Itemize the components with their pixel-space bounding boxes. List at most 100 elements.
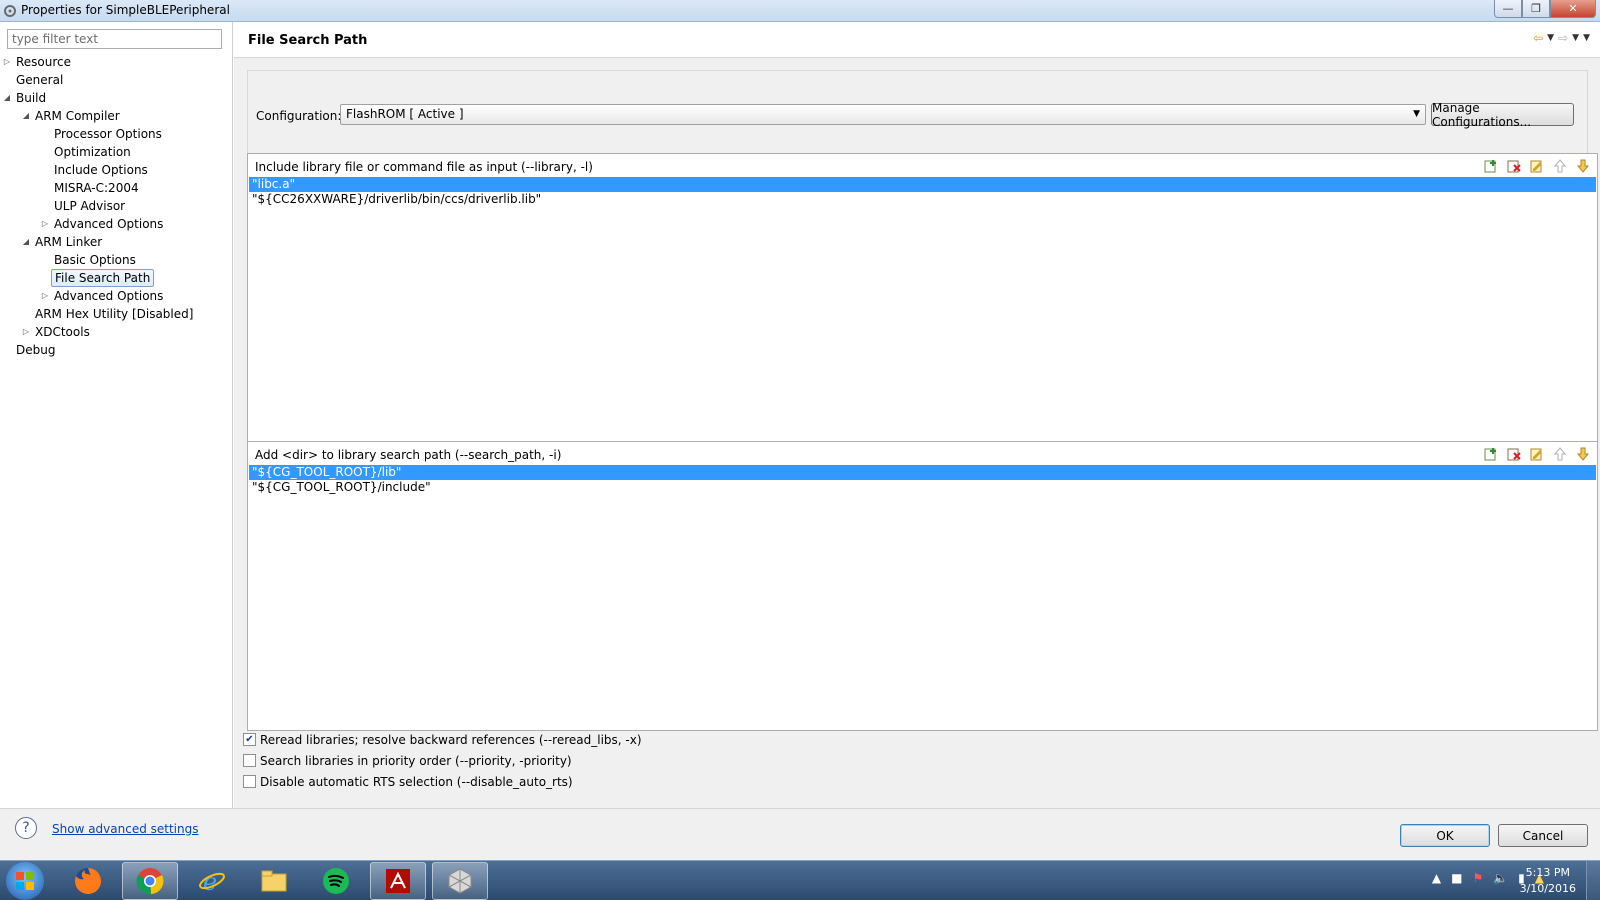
filter-input[interactable] xyxy=(7,29,222,49)
minimize-icon: — xyxy=(1502,2,1514,15)
library-panel-header: Include library file or command file as … xyxy=(255,160,593,174)
search-path-toolbar xyxy=(1483,446,1591,462)
search-path-list-panel: Add <dir> to library search path (--sear… xyxy=(247,441,1598,731)
chrome-icon xyxy=(136,868,164,895)
firefox-taskbar-button[interactable] xyxy=(60,862,116,900)
forward-dropdown-icon[interactable]: ▼ xyxy=(1572,33,1579,43)
list-item[interactable]: "libc.a" xyxy=(249,177,1596,192)
move-up-icon[interactable] xyxy=(1552,446,1568,462)
expanded-triangle-icon[interactable]: ◢ xyxy=(21,233,31,251)
collapsed-triangle-icon[interactable]: ▷ xyxy=(21,323,31,341)
collapsed-triangle-icon[interactable]: ▷ xyxy=(40,215,50,233)
internet-explorer-taskbar-button[interactable]: e xyxy=(184,862,240,900)
configuration-select[interactable]: FlashROM [ Active ] ▼ xyxy=(340,104,1426,125)
add-icon[interactable] xyxy=(1483,446,1499,462)
view-menu-icon[interactable]: ▼ xyxy=(1583,33,1590,43)
help-icon[interactable]: ? xyxy=(15,817,37,839)
file-explorer-taskbar-button[interactable] xyxy=(246,862,302,900)
cancel-button[interactable]: Cancel xyxy=(1498,824,1588,847)
clock-time: 5:13 PM xyxy=(1525,866,1570,879)
library-list-panel: Include library file or command file as … xyxy=(247,153,1598,443)
tree-item[interactable]: File Search Path xyxy=(0,269,233,287)
tree-item[interactable]: ARM Hex Utility [Disabled] xyxy=(0,305,233,323)
start-button[interactable] xyxy=(6,862,44,900)
list-item[interactable]: "${CG_TOOL_ROOT}/include" xyxy=(249,480,1596,495)
tree-item[interactable]: MISRA-C:2004 xyxy=(0,179,233,197)
add-icon[interactable] xyxy=(1483,158,1499,174)
ok-button[interactable]: OK xyxy=(1400,824,1490,847)
sidebar: ▷ Resource General ◢ Build ◢ ARM Compiler Proce… xyxy=(0,22,233,808)
checkbox-unchecked[interactable] xyxy=(243,754,256,767)
minimize-button[interactable]: — xyxy=(1494,0,1522,18)
delete-icon[interactable] xyxy=(1506,446,1522,462)
options-group: ✔ Reread libraries; resolve backward refe… xyxy=(243,729,642,792)
tree-item[interactable]: ▷ Advanced Options xyxy=(0,287,233,305)
option-checkbox-row[interactable]: ✔ Reread libraries; resolve backward refe… xyxy=(243,729,642,750)
chrome-taskbar-button[interactable] xyxy=(122,862,178,900)
tree-item[interactable]: ◢ ARM Compiler xyxy=(0,107,233,125)
chevron-down-icon: ▼ xyxy=(1413,109,1420,119)
edit-icon[interactable] xyxy=(1529,446,1545,462)
tree-item[interactable]: Debug xyxy=(0,341,233,359)
move-down-icon[interactable] xyxy=(1575,158,1591,174)
search-path-panel-header: Add <dir> to library search path (--sear… xyxy=(255,448,562,462)
spotify-taskbar-button[interactable] xyxy=(308,862,364,900)
property-tree: ▷ Resource General ◢ Build ◢ ARM Compiler Proce… xyxy=(0,53,233,359)
tree-item[interactable]: ULP Advisor xyxy=(0,197,233,215)
network-icon[interactable]: ■ xyxy=(1451,871,1462,885)
security-alert-icon[interactable]: ⚑ xyxy=(1472,871,1483,885)
back-dropdown-icon[interactable]: ▼ xyxy=(1547,33,1554,43)
tree-item[interactable]: Include Options xyxy=(0,161,233,179)
option-label: Reread libraries; resolve backward refer… xyxy=(260,732,642,747)
edit-icon[interactable] xyxy=(1529,158,1545,174)
option-checkbox-row[interactable]: Disable automatic RTS selection (--disab… xyxy=(243,771,642,792)
checkbox-unchecked[interactable] xyxy=(243,775,256,788)
volume-icon[interactable]: 🔈 xyxy=(1493,871,1508,885)
show-hidden-icons-icon[interactable]: ▲ xyxy=(1432,871,1441,885)
tree-item[interactable]: Basic Options xyxy=(0,251,233,269)
tree-item[interactable]: Processor Options xyxy=(0,125,233,143)
tree-item-label: Basic Options xyxy=(54,253,136,267)
tree-item[interactable]: General xyxy=(0,71,233,89)
configuration-label: Configuration: xyxy=(256,109,342,123)
tree-item-label: File Search Path xyxy=(51,269,155,287)
option-label: Search libraries in priority order (--pr… xyxy=(260,753,572,768)
library-list: "libc.a" "${CC26XXWARE}/driverlib/bin/ccs… xyxy=(249,177,1596,207)
close-button[interactable]: ✕ xyxy=(1550,0,1596,18)
spotify-icon xyxy=(323,868,349,894)
clock-date: 3/10/2016 xyxy=(1519,882,1576,895)
tree-item[interactable]: ▷ Advanced Options xyxy=(0,215,233,233)
expanded-triangle-icon[interactable]: ◢ xyxy=(21,107,31,125)
move-down-icon[interactable] xyxy=(1575,446,1591,462)
restore-icon: ❐ xyxy=(1531,2,1541,15)
list-item[interactable]: "${CG_TOOL_ROOT}/lib" xyxy=(249,465,1596,480)
delete-icon[interactable] xyxy=(1506,158,1522,174)
dialog-footer: ? Show advanced settings OK Cancel xyxy=(0,808,1600,860)
tree-item[interactable]: ◢ ARM Linker xyxy=(0,233,233,251)
show-desktop-button[interactable] xyxy=(1586,861,1600,900)
tree-item[interactable]: Optimization xyxy=(0,143,233,161)
expanded-triangle-icon[interactable]: ◢ xyxy=(2,89,12,107)
tree-item[interactable]: ◢ Build xyxy=(0,89,233,107)
svg-text:e: e xyxy=(203,868,217,896)
tree-item-label: Optimization xyxy=(54,145,131,159)
back-arrow-icon[interactable]: ⇦ xyxy=(1533,31,1543,45)
show-advanced-settings-link[interactable]: Show advanced settings xyxy=(52,822,199,836)
tree-item[interactable]: ▷ Resource xyxy=(0,53,233,71)
clock[interactable]: 5:13 PM 3/10/2016 xyxy=(1520,865,1576,897)
tree-item-label: ULP Advisor xyxy=(54,199,126,213)
ccs-taskbar-button[interactable] xyxy=(432,862,488,900)
checkbox-checked[interactable]: ✔ xyxy=(243,733,256,746)
nav-arrows: ⇦ ▼ ⇨ ▼ ▼ xyxy=(1533,31,1590,45)
configuration-group: Configuration: FlashROM [ Active ] ▼ Man… xyxy=(247,70,1588,156)
collapsed-triangle-icon[interactable]: ▷ xyxy=(2,53,12,71)
collapsed-triangle-icon[interactable]: ▷ xyxy=(40,287,50,305)
tree-item[interactable]: ▷ XDCtools xyxy=(0,323,233,341)
move-up-icon[interactable] xyxy=(1552,158,1568,174)
acrobat-taskbar-button[interactable] xyxy=(370,862,426,900)
list-item[interactable]: "${CC26XXWARE}/driverlib/bin/ccs/driverl… xyxy=(249,192,1596,207)
manage-configurations-button[interactable]: Manage Configurations... xyxy=(1431,101,1574,129)
maximize-button[interactable]: ❐ xyxy=(1522,0,1550,18)
forward-arrow-icon[interactable]: ⇨ xyxy=(1558,31,1568,45)
option-checkbox-row[interactable]: Search libraries in priority order (--pr… xyxy=(243,750,642,771)
